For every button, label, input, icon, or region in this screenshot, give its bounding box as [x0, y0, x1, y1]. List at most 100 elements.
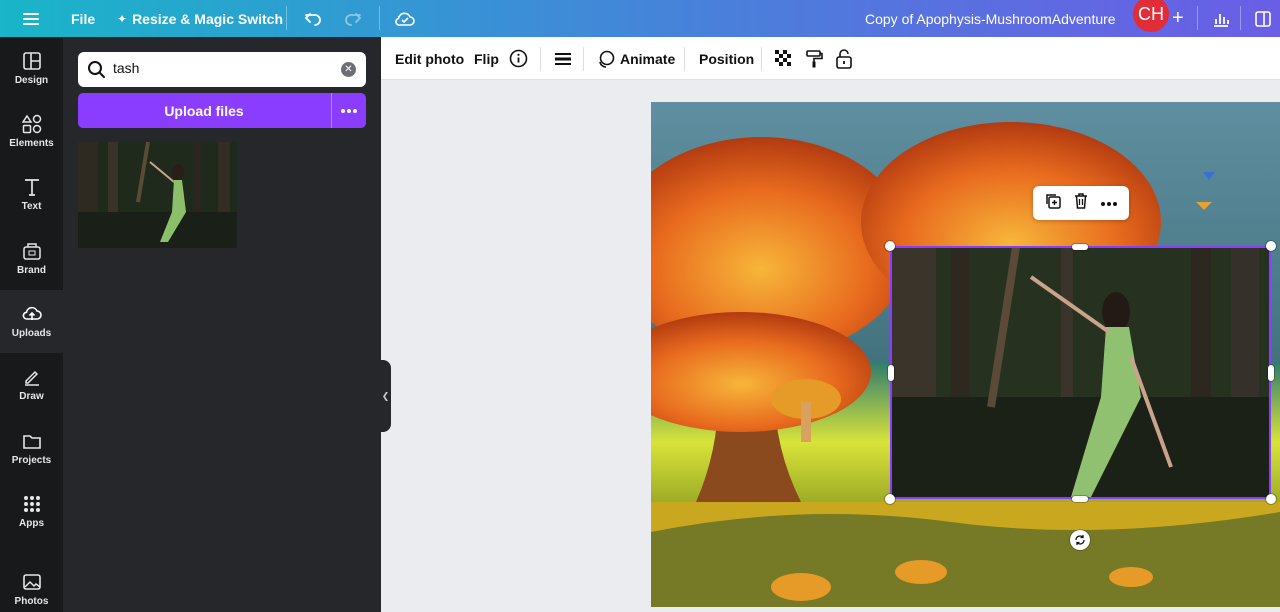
sidebar-item-uploads[interactable]: Uploads: [0, 290, 63, 353]
resize-handle-bottom-left[interactable]: [885, 494, 895, 504]
resize-magic-switch-button[interactable]: ✦ Resize & Magic Switch: [117, 0, 283, 37]
lock-icon: [836, 48, 852, 69]
sidebar-item-label: Uploads: [11, 328, 52, 339]
duplicate-button[interactable]: [1044, 192, 1062, 215]
sidebar-item-elements[interactable]: Elements: [0, 100, 63, 163]
animate-icon: [599, 50, 615, 68]
resize-handle-bottom-right[interactable]: [1266, 494, 1276, 504]
text-icon: [24, 179, 39, 196]
resize-handle-top-left[interactable]: [885, 241, 895, 251]
resize-handle-top[interactable]: [1072, 244, 1088, 250]
edit-photo-button[interactable]: Edit photo: [395, 37, 464, 80]
sidebar-rail: Design Elements Text Brand Uploads Draw …: [0, 37, 63, 612]
share-panel-button[interactable]: [1254, 0, 1272, 37]
upload-more-options-button[interactable]: [331, 93, 366, 128]
copy-style-button[interactable]: [805, 37, 823, 80]
chevron-left-icon: ❮: [381, 390, 390, 401]
search-input[interactable]: [113, 60, 333, 76]
panel-icon: [1255, 10, 1271, 27]
more-options-button[interactable]: [1100, 194, 1118, 212]
transparency-button[interactable]: [775, 37, 793, 80]
file-menu[interactable]: File: [71, 0, 95, 37]
folder-icon: [22, 435, 41, 449]
hamburger-menu-button[interactable]: [22, 0, 40, 37]
divider: [379, 6, 380, 30]
sidebar-item-label: Elements: [9, 138, 54, 149]
info-icon: [509, 49, 528, 68]
cloud-save-status[interactable]: [394, 0, 416, 37]
resize-handle-left[interactable]: [888, 365, 894, 381]
more-horizontal-icon: [341, 108, 357, 113]
sidebar-item-text[interactable]: Text: [0, 163, 63, 226]
insights-button[interactable]: [1212, 0, 1230, 37]
pen-icon: [24, 370, 39, 386]
divider: [761, 47, 762, 71]
sidebar-item-label: Design: [14, 75, 49, 86]
lock-button[interactable]: [835, 37, 853, 80]
divider: [1197, 6, 1198, 30]
sidebar-item-draw[interactable]: Draw: [0, 353, 63, 416]
hamburger-icon: [23, 12, 39, 25]
divider: [583, 47, 584, 71]
divider: [540, 47, 541, 71]
transparency-icon: [775, 49, 791, 66]
duplicate-icon: [1046, 193, 1061, 209]
border-style-button[interactable]: [554, 37, 572, 80]
bar-chart-icon: [1214, 13, 1229, 27]
sidebar-item-photos[interactable]: Photos: [0, 558, 63, 612]
more-horizontal-icon: [1101, 202, 1117, 206]
sidebar-item-apps[interactable]: Apps: [0, 480, 63, 543]
sparkle-icon: ✦: [117, 11, 128, 26]
collapse-panel-button[interactable]: ❮: [380, 360, 391, 432]
add-collaborator-button[interactable]: +: [1172, 0, 1184, 37]
divider: [684, 47, 685, 71]
border-style-icon: [555, 52, 571, 65]
cloud-check-icon: [395, 12, 415, 26]
sidebar-item-label: Photos: [14, 596, 49, 607]
resize-handle-right[interactable]: [1268, 365, 1274, 381]
redo-button[interactable]: [343, 0, 363, 37]
resize-handle-top-right[interactable]: [1266, 241, 1276, 251]
element-floating-toolbar: [1033, 186, 1129, 220]
delete-button[interactable]: [1072, 192, 1090, 215]
selection-frame: [890, 246, 1271, 499]
sidebar-item-label: Projects: [11, 455, 52, 466]
resize-handle-bottom[interactable]: [1072, 496, 1088, 502]
grid-icon: [23, 496, 40, 512]
clear-search-button[interactable]: ✕: [341, 62, 356, 77]
animate-label: Animate: [620, 50, 676, 67]
close-icon: ✕: [344, 64, 353, 75]
search-icon: [88, 61, 105, 78]
sidebar-item-projects[interactable]: Projects: [0, 417, 63, 480]
flip-button[interactable]: Flip: [474, 37, 499, 80]
top-bar: File ✦ Resize & Magic Switch Copy of Apo…: [0, 0, 1280, 37]
rotate-handle[interactable]: [1070, 530, 1090, 550]
sidebar-item-design[interactable]: Design: [0, 37, 63, 100]
sidebar-item-brand[interactable]: Brand: [0, 227, 63, 290]
plus-icon: +: [1172, 7, 1184, 29]
position-button[interactable]: Position: [699, 37, 754, 80]
undo-button[interactable]: [303, 0, 323, 37]
document-title[interactable]: Copy of Apophysis-MushroomAdventure: [865, 0, 1116, 37]
sidebar-item-label: Brand: [17, 265, 46, 276]
avatar[interactable]: CH: [1133, 0, 1169, 32]
upload-files-group: Upload files: [78, 93, 366, 128]
elements-icon: [21, 114, 41, 134]
uploaded-image-thumbnail[interactable]: [78, 142, 237, 248]
paint-roller-icon: [806, 49, 823, 67]
upload-files-button[interactable]: Upload files: [78, 93, 330, 128]
resize-label: Resize & Magic Switch: [132, 10, 283, 27]
undo-icon: [304, 12, 321, 26]
uploads-panel: ✕ Upload files: [63, 37, 381, 612]
photo-icon: [22, 574, 41, 590]
info-button[interactable]: [509, 37, 528, 80]
redo-icon: [345, 12, 362, 26]
context-toolbar: Edit photo Flip Animate Position: [381, 37, 1280, 80]
animate-button[interactable]: Animate: [597, 37, 675, 80]
trash-icon: [1075, 192, 1087, 209]
upload-cloud-icon: [22, 306, 42, 320]
brand-icon: [22, 243, 41, 260]
sidebar-item-label: Draw: [19, 391, 44, 402]
rotate-icon: [1075, 535, 1085, 545]
search-box: ✕: [78, 52, 366, 87]
